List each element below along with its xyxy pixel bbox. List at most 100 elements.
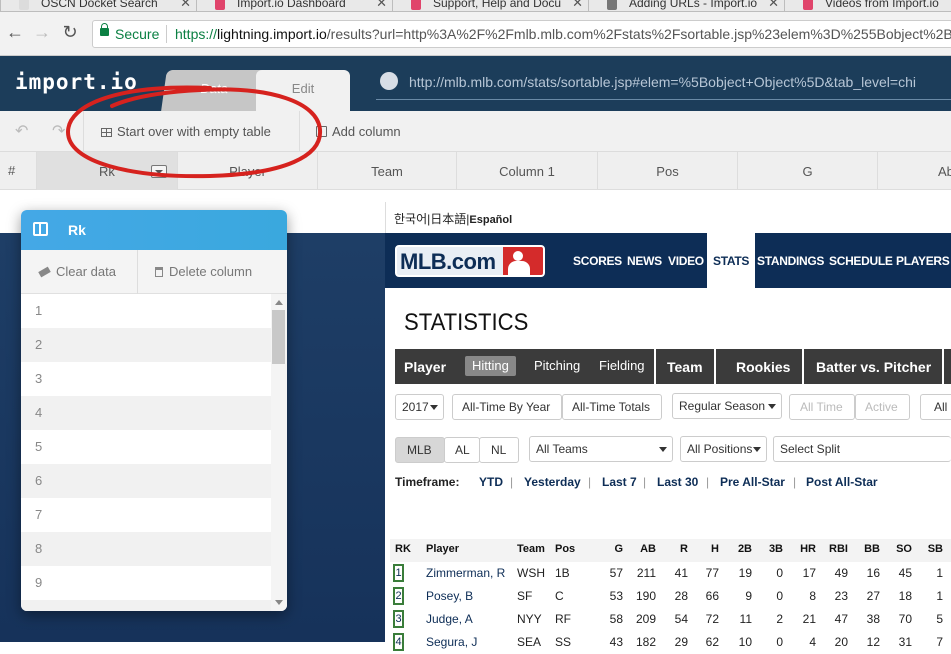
delete-column-button[interactable]: Delete column	[155, 250, 252, 294]
season-type-select[interactable]: Regular Season	[672, 393, 782, 419]
browser-tab[interactable]: Videos from Import.io	[784, 0, 951, 12]
reload-icon[interactable]: ↻	[58, 20, 82, 44]
language-link-japanese[interactable]: 日本語	[430, 212, 466, 226]
rank-cell: 1	[393, 564, 404, 582]
all-button[interactable]: All	[920, 394, 951, 420]
league-mlb-button[interactable]: MLB	[395, 437, 445, 463]
nav-players[interactable]: PLAYERS	[896, 233, 950, 288]
column-header-ab[interactable]: Ab	[878, 152, 951, 190]
tab-rookies[interactable]: Rookies	[736, 349, 790, 384]
tab-fielding[interactable]: Fielding	[592, 356, 652, 376]
nav-schedule[interactable]: SCHEDULE	[829, 233, 893, 288]
start-over-button[interactable]: Start over with empty table	[101, 111, 271, 152]
browser-tab[interactable]: Support, Help and Docu ✕	[392, 0, 590, 12]
timeframe-last-7[interactable]: Last 7	[602, 475, 637, 489]
timeframe-ytd[interactable]: YTD	[479, 475, 503, 489]
list-item[interactable]: 6	[21, 464, 271, 498]
column-header-g[interactable]: G	[738, 152, 878, 190]
list-item[interactable]: 7	[21, 498, 271, 532]
column-values-list[interactable]: 12345678910	[21, 294, 271, 611]
list-item[interactable]: 4	[21, 396, 271, 430]
close-icon[interactable]: ✕	[180, 0, 191, 10]
tab-edit[interactable]: Edit	[256, 70, 350, 111]
tab-player[interactable]: Player	[404, 349, 446, 384]
table-cell[interactable]: Judge, A	[426, 612, 473, 626]
browser-tab[interactable]: OSCN Docket Search ✕	[0, 0, 198, 12]
tab-pitching[interactable]: Pitching	[527, 356, 587, 376]
list-item[interactable]: 3	[21, 362, 271, 396]
language-link-spanish[interactable]: Español	[469, 214, 512, 226]
source-url-bar[interactable]: http://mlb.mlb.com/stats/sortable.jsp#el…	[376, 68, 951, 100]
tab-team[interactable]: Team	[667, 349, 703, 384]
close-icon[interactable]: ✕	[768, 0, 779, 10]
column-header-team[interactable]: Team	[318, 152, 457, 190]
nav-standings[interactable]: STANDINGS	[757, 233, 824, 288]
language-link-korean[interactable]: 한국어	[394, 212, 427, 226]
tab-hitting[interactable]: Hitting	[465, 356, 516, 376]
table-row[interactable]: 1 Zimmerman, R WSH 1B 57 211 41 77 19 0 17 49 16 45 1	[390, 562, 951, 585]
close-icon[interactable]: ✕	[572, 0, 583, 10]
column-header-pos[interactable]: Pos	[598, 152, 738, 190]
table-row[interactable]: 3 Judge, A NYY RF 58 209 54 72 11 2 21 47 38 70 5	[390, 608, 951, 631]
chevron-down-icon[interactable]	[151, 165, 167, 178]
mlb-logo[interactable]: MLB.com	[395, 245, 545, 277]
timeframe-last-30[interactable]: Last 30	[657, 475, 698, 489]
league-al-button[interactable]: AL	[444, 437, 480, 463]
list-item[interactable]: 9	[21, 566, 271, 600]
close-icon[interactable]: ✕	[376, 0, 387, 10]
app-logo[interactable]: import.io	[15, 70, 138, 94]
browser-tab-label: Adding URLs - Import.io	[629, 0, 758, 10]
forward-icon[interactable]: →	[30, 20, 54, 44]
address-bar[interactable]: Secure https://lightning.import.io/resul…	[92, 20, 951, 48]
nav-video[interactable]: VIDEO	[668, 233, 704, 288]
table-row[interactable]: 4 Segura, J SEA SS 43 182 29 62 10 0 4 20 12 31 7	[390, 631, 951, 654]
year-select[interactable]: 2017	[395, 394, 444, 420]
panel-scrollbar[interactable]	[271, 294, 287, 611]
position-select[interactable]: All Positions	[680, 436, 767, 462]
nav-scores[interactable]: SCORES	[573, 233, 622, 288]
add-column-icon	[316, 126, 327, 137]
timeframe-pre-all-star[interactable]: Pre All-Star	[720, 475, 785, 489]
timeframe-post-all-star[interactable]: Post All-Star	[806, 475, 878, 489]
redo-icon[interactable]: ↷	[52, 111, 65, 152]
active-button[interactable]: Active	[855, 394, 910, 420]
split-select[interactable]: Select Split	[773, 436, 951, 462]
clear-data-button[interactable]: Clear data	[38, 250, 116, 294]
all-time-by-year-button[interactable]: All-Time By Year	[452, 394, 562, 420]
list-item[interactable]: 5	[21, 430, 271, 464]
back-icon[interactable]: ←	[3, 20, 27, 44]
column-header-player[interactable]: Player	[178, 152, 318, 190]
tab-data[interactable]: Data	[161, 70, 267, 111]
browser-tab[interactable]: Adding URLs - Import.io ✕	[588, 0, 786, 12]
table-cell[interactable]: Posey, B	[426, 589, 473, 603]
toolbar-divider	[299, 111, 300, 152]
table-cell: 1B	[555, 566, 570, 580]
column-header-rk[interactable]: Rk	[37, 152, 178, 190]
timeframe-yesterday[interactable]: Yesterday	[524, 475, 581, 489]
all-time-totals-label: All-Time Totals	[572, 400, 651, 414]
undo-icon[interactable]: ↶	[15, 111, 28, 152]
table-row[interactable]: 2 Posey, B SF C 53 190 28 66 9 0 8 23 27 18 1	[390, 585, 951, 608]
scroll-down-icon[interactable]	[275, 600, 283, 605]
table-cell[interactable]: Zimmerman, R	[426, 566, 505, 580]
table-header-cell: BB	[864, 543, 880, 555]
all-time-button[interactable]: All Time	[789, 394, 855, 420]
table-cell: 29	[674, 635, 688, 649]
table-cell: 19	[738, 566, 752, 580]
list-item[interactable]: 10	[21, 600, 271, 611]
league-nl-button[interactable]: NL	[479, 437, 519, 463]
scroll-up-icon[interactable]	[275, 300, 283, 305]
scrollbar-thumb[interactable]	[272, 310, 285, 364]
browser-tab[interactable]: Import.io Dashboard ✕	[196, 0, 394, 12]
tab-batter-vs-pitcher[interactable]: Batter vs. Pitcher	[816, 349, 931, 384]
table-cell[interactable]: Segura, J	[426, 635, 477, 649]
nav-news[interactable]: NEWS	[627, 233, 662, 288]
team-select[interactable]: All Teams	[529, 436, 673, 462]
all-time-totals-button[interactable]: All-Time Totals	[562, 394, 662, 420]
column-header-column-1[interactable]: Column 1	[457, 152, 598, 190]
list-item[interactable]: 2	[21, 328, 271, 362]
nav-stats[interactable]: STATS	[707, 233, 756, 288]
add-column-button[interactable]: Add column	[316, 111, 401, 152]
list-item[interactable]: 8	[21, 532, 271, 566]
list-item[interactable]: 1	[21, 294, 271, 328]
